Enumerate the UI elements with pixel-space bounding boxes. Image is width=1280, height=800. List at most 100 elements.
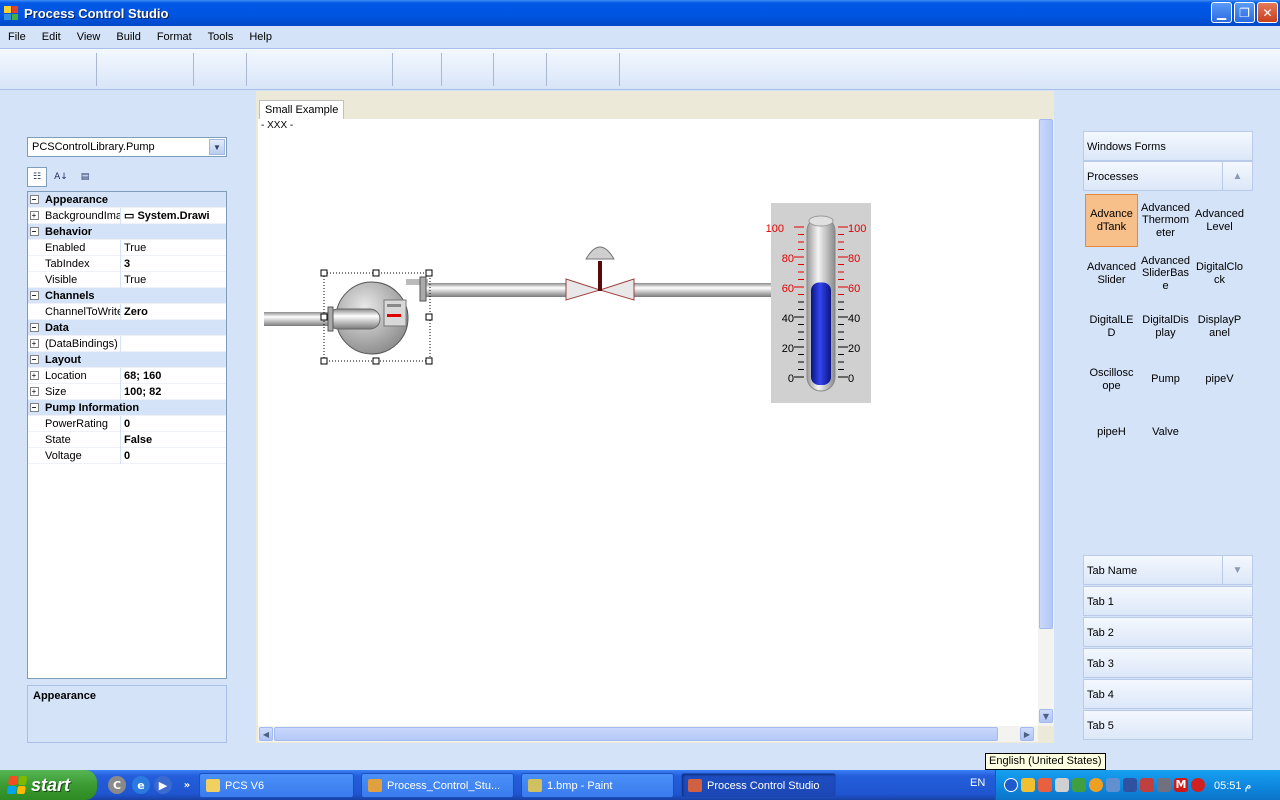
property-row[interactable]: + (DataBindings) (28, 335, 226, 352)
property-value[interactable]: 0 (120, 415, 226, 432)
mcafee-icon[interactable]: M (1174, 778, 1188, 792)
close-button[interactable]: ✕ (1257, 2, 1278, 23)
taskbar-button[interactable]: Process Control Studio (681, 773, 836, 798)
monitor-icon[interactable] (1157, 778, 1171, 792)
property-value[interactable] (120, 335, 226, 352)
property-row[interactable]: State False (28, 431, 226, 448)
toolbox-tab-1[interactable]: Tab 1 (1083, 586, 1253, 616)
tab-name-header[interactable]: Tab Name ▼ (1083, 555, 1253, 585)
more-icon[interactable]: » (178, 776, 196, 794)
vertical-scrollbar[interactable]: ▼ (1038, 119, 1054, 726)
toolbox-item-pump[interactable]: Pump (1139, 353, 1192, 406)
collapse-icon[interactable]: − (29, 291, 39, 300)
property-value[interactable]: True (120, 271, 226, 288)
scroll-right-icon[interactable]: ▶ (1020, 727, 1034, 741)
toolbox-item-pipeh[interactable]: pipeH (1085, 406, 1138, 459)
toolbox-item-pipev[interactable]: pipeV (1193, 353, 1246, 406)
property-category[interactable]: − Layout (28, 352, 226, 368)
property-row[interactable]: Visible True (28, 271, 226, 288)
collapse-icon[interactable]: − (29, 195, 39, 204)
expander[interactable]: − (28, 403, 40, 412)
property-value[interactable]: False (120, 431, 226, 448)
network-icon[interactable] (1123, 778, 1137, 792)
scroll-left-icon[interactable]: ◀ (259, 727, 273, 741)
toolbox-tab-5[interactable]: Tab 5 (1083, 710, 1253, 740)
toolbox-item-advancedsliderbase[interactable]: AdvancedSliderBase (1139, 247, 1192, 300)
collapse-icon[interactable]: − (29, 227, 39, 236)
quicklaunch-icon[interactable]: C (108, 776, 126, 794)
tray-app-icon[interactable] (1038, 778, 1052, 792)
property-category[interactable]: − Appearance (28, 192, 226, 208)
expander[interactable]: − (28, 355, 40, 364)
minimize-button[interactable]: ▁ (1211, 2, 1232, 23)
property-value[interactable]: 100; 82 (120, 383, 226, 400)
design-canvas[interactable]: - XXX - 100 80 60 40 20 0 100 80 60 40 2… (258, 119, 1038, 726)
user-icon[interactable] (1106, 778, 1120, 792)
menu-format[interactable]: Format (149, 31, 200, 43)
toolbox-header-processes[interactable]: Processes ▲ (1083, 161, 1253, 191)
property-row[interactable]: + Size 100; 82 (28, 383, 226, 400)
toolbox-tab-4[interactable]: Tab 4 (1083, 679, 1253, 709)
pipe-inlet[interactable] (264, 312, 330, 326)
toolbox-item-digitaldisplay[interactable]: DigitalDisplay (1139, 300, 1192, 353)
menu-build[interactable]: Build (108, 31, 148, 43)
toolbox-item-advancedlevel[interactable]: AdvancedLevel (1193, 194, 1246, 247)
start-button[interactable]: start (0, 770, 97, 800)
horizontal-scrollbar[interactable]: ◀ ▶ (258, 726, 1038, 742)
expand-icon[interactable]: + (29, 387, 39, 396)
expander[interactable]: + (28, 211, 40, 220)
toolbox-item-displaypanel[interactable]: DisplayPanel (1193, 300, 1246, 353)
expand-icon[interactable]: + (29, 211, 39, 220)
expand-icon[interactable]: + (29, 371, 39, 380)
menu-view[interactable]: View (69, 31, 109, 43)
property-category[interactable]: − Channels (28, 288, 226, 304)
taskbar-button[interactable]: PCS V6 (199, 773, 354, 798)
property-category[interactable]: − Behavior (28, 224, 226, 240)
expander[interactable]: − (28, 227, 40, 236)
horizontal-scroll-thumb[interactable] (274, 727, 998, 741)
property-row[interactable]: + Location 68; 160 (28, 367, 226, 384)
valve-control[interactable] (565, 246, 635, 301)
property-row[interactable]: Enabled True (28, 239, 226, 256)
chevron-down-icon[interactable]: ▼ (1222, 556, 1252, 584)
property-value[interactable]: ▭ System.Drawi (120, 207, 226, 224)
expander[interactable]: − (28, 195, 40, 204)
menu-file[interactable]: File (0, 31, 34, 43)
security-shield-icon[interactable] (1021, 778, 1035, 792)
property-value[interactable]: 68; 160 (120, 367, 226, 384)
tray-app-icon[interactable] (1055, 778, 1069, 792)
chevron-up-icon[interactable]: ▲ (1222, 162, 1252, 190)
property-row[interactable]: ChannelToWrite Zero (28, 303, 226, 320)
toolbox-item-digitalclock[interactable]: DigitalClock (1193, 247, 1246, 300)
language-indicator[interactable]: EN (970, 777, 985, 789)
categorized-icon[interactable]: ☷ (27, 167, 47, 187)
property-row[interactable]: + BackgroundIma ▭ System.Drawi (28, 207, 226, 224)
expand-icon[interactable]: + (29, 339, 39, 348)
property-value[interactable]: 0 (120, 447, 226, 464)
collapse-icon[interactable]: − (29, 323, 39, 332)
property-value[interactable]: 3 (120, 255, 226, 272)
object-selector[interactable]: PCSControlLibrary.Pump ▼ (27, 137, 227, 157)
expander[interactable]: − (28, 291, 40, 300)
tray-app-icon[interactable] (1140, 778, 1154, 792)
expander[interactable]: + (28, 339, 40, 348)
taskbar-button[interactable]: Process_Control_Stu... (361, 773, 514, 798)
taskbar-button[interactable]: 1.bmp - Paint (521, 773, 674, 798)
property-value[interactable]: True (120, 239, 226, 256)
toolbox-item-advancedthermometer[interactable]: AdvancedThermometer (1139, 194, 1192, 247)
expander[interactable]: − (28, 323, 40, 332)
property-grid[interactable]: − Appearance + BackgroundIma ▭ System.Drawi −… (27, 191, 227, 679)
property-row[interactable]: PowerRating 0 (28, 415, 226, 432)
toolbox-item-digitalled[interactable]: DigitalLED (1085, 300, 1138, 353)
menu-help[interactable]: Help (241, 31, 280, 43)
menu-edit[interactable]: Edit (34, 31, 69, 43)
toolbox-tab-2[interactable]: Tab 2 (1083, 617, 1253, 647)
wireless-icon[interactable] (1191, 778, 1205, 792)
property-pages-icon[interactable]: ▤ (75, 167, 95, 187)
media-player-icon[interactable]: ▶ (154, 776, 172, 794)
scroll-down-icon[interactable]: ▼ (1039, 709, 1053, 723)
expander[interactable]: + (28, 371, 40, 380)
internet-explorer-icon[interactable]: e (132, 776, 150, 794)
vertical-scroll-thumb[interactable] (1039, 119, 1053, 629)
messenger-icon[interactable] (1089, 778, 1103, 792)
